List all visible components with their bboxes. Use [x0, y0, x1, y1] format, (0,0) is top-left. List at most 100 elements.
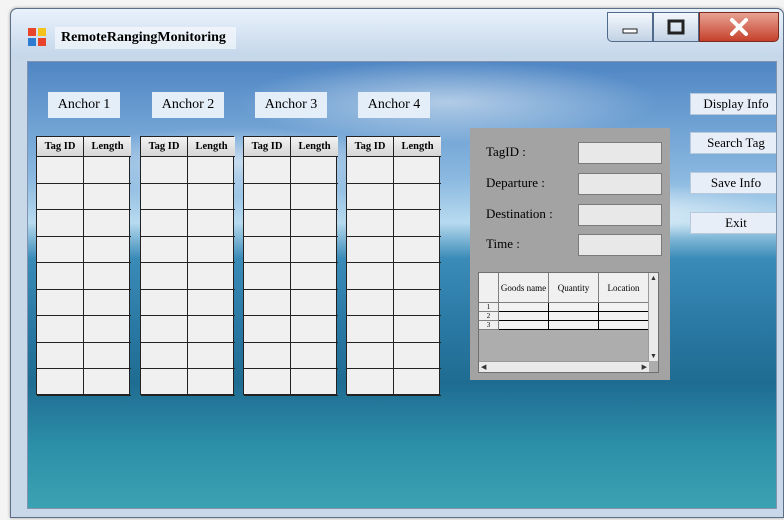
grid-cell[interactable] [347, 369, 394, 396]
column-header-tag-id[interactable]: Tag ID [141, 137, 188, 157]
grid-cell[interactable] [347, 289, 394, 316]
table-row[interactable]: 2 [479, 312, 649, 321]
grid-cell[interactable] [188, 237, 235, 263]
row-header[interactable]: 3 [479, 321, 499, 330]
grid-cell[interactable] [37, 157, 84, 184]
grid-cell[interactable] [394, 210, 441, 237]
grid-cell[interactable] [291, 184, 338, 210]
table-cell[interactable] [599, 321, 649, 330]
grid-cell[interactable] [347, 263, 394, 290]
grid-cell[interactable] [141, 157, 188, 184]
table-cell[interactable] [549, 303, 599, 312]
grid-cell[interactable] [347, 342, 394, 369]
anchor-2-grid[interactable]: Tag ID Length [140, 136, 235, 396]
grid-cell[interactable] [244, 263, 291, 290]
grid-cell[interactable] [37, 342, 84, 369]
grid-cell[interactable] [244, 157, 291, 184]
minimize-button[interactable] [607, 12, 653, 42]
anchor-4-grid[interactable]: Tag ID Length [346, 136, 441, 396]
title-bar[interactable]: RemoteRangingMonitoring [11, 9, 783, 57]
table-cell[interactable] [599, 312, 649, 321]
grid-cell[interactable] [347, 157, 394, 184]
grid-cell[interactable] [84, 237, 131, 263]
scroll-right-icon[interactable]: ▶ [642, 363, 647, 371]
grid-cell[interactable] [37, 210, 84, 237]
grid-cell[interactable] [188, 343, 235, 369]
table-row[interactable]: 1 [479, 303, 649, 312]
scroll-left-icon[interactable]: ◀ [481, 363, 486, 371]
row-header[interactable]: 2 [479, 312, 499, 321]
grid-cell[interactable] [394, 290, 441, 316]
grid-cell[interactable] [84, 263, 131, 290]
grid-cell[interactable] [291, 343, 338, 369]
tagid-field[interactable] [578, 142, 662, 164]
grid-cell[interactable] [394, 263, 441, 290]
grid-cell[interactable] [394, 369, 441, 396]
grid-cell[interactable] [188, 184, 235, 210]
table-cell[interactable] [499, 321, 549, 330]
departure-field[interactable] [578, 173, 662, 195]
table-cell[interactable] [499, 312, 549, 321]
horizontal-scrollbar[interactable]: ◀ ▶ [479, 361, 649, 372]
grid-cell[interactable] [394, 237, 441, 263]
grid-cell[interactable] [244, 342, 291, 369]
grid-cell[interactable] [394, 343, 441, 369]
close-button[interactable] [699, 12, 779, 42]
goods-table[interactable]: Goods name Quantity Location 1 2 3 ▲ ▼ ◀… [478, 272, 659, 373]
grid-cell[interactable] [37, 263, 84, 290]
grid-cell[interactable] [188, 157, 235, 184]
grid-cell[interactable] [291, 210, 338, 237]
scroll-down-icon[interactable]: ▼ [650, 352, 657, 360]
grid-cell[interactable] [141, 342, 188, 369]
grid-cell[interactable] [291, 263, 338, 290]
grid-cell[interactable] [347, 316, 394, 343]
grid-cell[interactable] [244, 316, 291, 343]
column-header-tag-id[interactable]: Tag ID [347, 137, 394, 157]
grid-cell[interactable] [37, 183, 84, 210]
grid-cell[interactable] [188, 210, 235, 237]
table-cell[interactable] [499, 303, 549, 312]
grid-cell[interactable] [84, 157, 131, 184]
grid-cell[interactable] [244, 236, 291, 263]
column-header-location[interactable]: Location [599, 273, 649, 303]
destination-field[interactable] [578, 204, 662, 226]
grid-cell[interactable] [188, 316, 235, 343]
grid-cell[interactable] [394, 184, 441, 210]
column-header-length[interactable]: Length [188, 137, 235, 157]
grid-cell[interactable] [188, 369, 235, 396]
grid-cell[interactable] [37, 369, 84, 396]
anchor-3-grid[interactable]: Tag ID Length [243, 136, 338, 396]
scroll-up-icon[interactable]: ▲ [650, 274, 657, 282]
grid-cell[interactable] [141, 316, 188, 343]
exit-button[interactable]: Exit [690, 212, 776, 234]
grid-cell[interactable] [347, 236, 394, 263]
grid-cell[interactable] [291, 369, 338, 396]
table-cell[interactable] [549, 312, 599, 321]
grid-cell[interactable] [84, 369, 131, 396]
grid-cell[interactable] [347, 183, 394, 210]
grid-cell[interactable] [244, 183, 291, 210]
time-field[interactable] [578, 234, 662, 256]
search-tag-button[interactable]: Search Tag [690, 132, 776, 154]
grid-cell[interactable] [188, 290, 235, 316]
column-header-length[interactable]: Length [394, 137, 441, 157]
grid-cell[interactable] [37, 316, 84, 343]
grid-cell[interactable] [244, 369, 291, 396]
grid-cell[interactable] [291, 237, 338, 263]
grid-cell[interactable] [84, 290, 131, 316]
grid-cell[interactable] [394, 157, 441, 184]
row-header[interactable]: 1 [479, 303, 499, 312]
grid-cell[interactable] [291, 290, 338, 316]
grid-cell[interactable] [291, 157, 338, 184]
column-header-goods-name[interactable]: Goods name [499, 273, 549, 303]
grid-cell[interactable] [141, 263, 188, 290]
grid-cell[interactable] [291, 316, 338, 343]
grid-cell[interactable] [141, 369, 188, 396]
column-header-tag-id[interactable]: Tag ID [37, 137, 84, 157]
grid-cell[interactable] [244, 210, 291, 237]
table-cell[interactable] [599, 303, 649, 312]
column-header-quantity[interactable]: Quantity [549, 273, 599, 303]
grid-cell[interactable] [37, 236, 84, 263]
table-cell[interactable] [549, 321, 599, 330]
vertical-scrollbar[interactable]: ▲ ▼ [648, 273, 658, 361]
